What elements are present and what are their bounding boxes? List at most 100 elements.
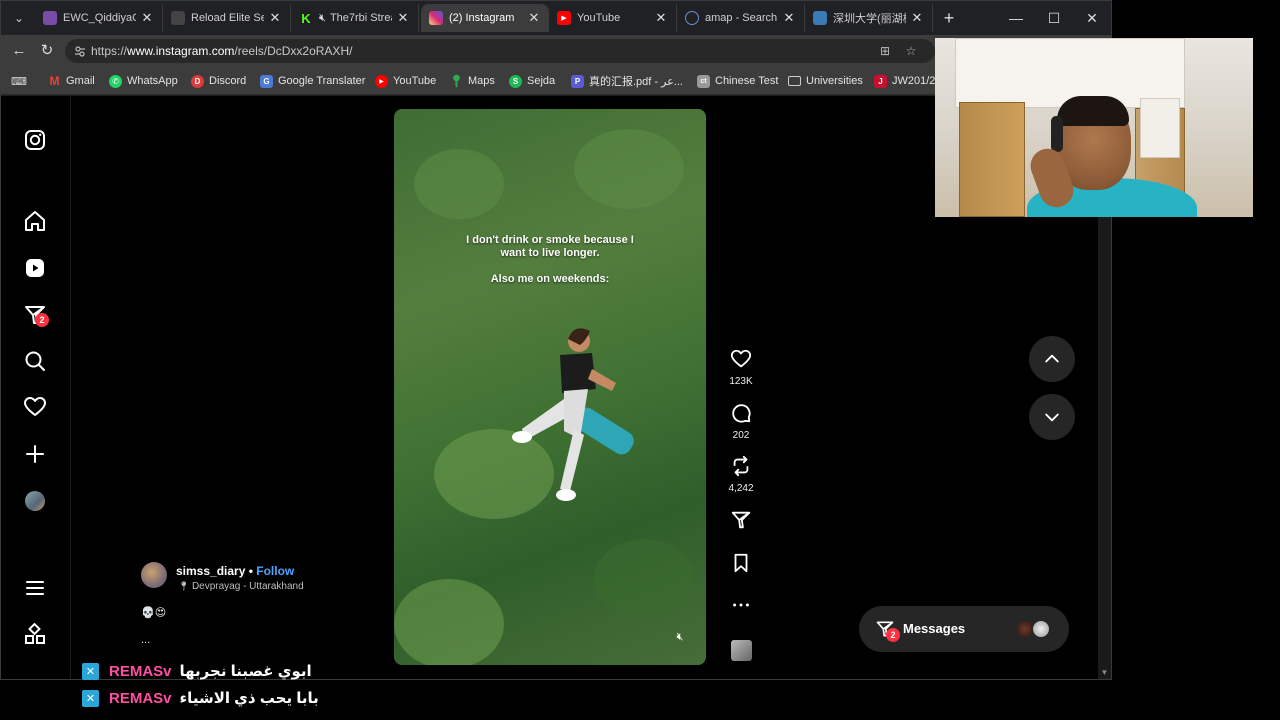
- site-info-icon[interactable]: [73, 44, 87, 58]
- back-arrow-icon[interactable]: ←: [9, 41, 29, 61]
- discord-icon: D: [191, 74, 204, 88]
- bookmark-discord[interactable]: D Discord: [191, 73, 246, 89]
- next-reel-button[interactable]: [1029, 394, 1075, 440]
- youtube-icon: ▶: [375, 74, 388, 88]
- bookmark-gmail[interactable]: M Gmail: [48, 73, 95, 89]
- close-tab-icon[interactable]: ✕: [527, 10, 541, 26]
- messages-button[interactable]: 2 Messages: [859, 606, 1069, 652]
- tab-bar: ⌄ EWC_QiddiyaGrid ✕ Reload Elite Series …: [1, 1, 1111, 35]
- author-avatar[interactable]: [141, 562, 167, 588]
- jw-icon: J: [874, 74, 887, 88]
- chinese-test-icon: ct: [697, 74, 710, 88]
- audio-thumbnail[interactable]: [731, 640, 752, 661]
- tab-shenzhen-university[interactable]: 深圳大学(丽湖校区 ✕: [805, 4, 933, 32]
- bookmark-google-translater[interactable]: G Google Translater: [260, 73, 365, 89]
- reload-icon[interactable]: ↻: [37, 41, 57, 61]
- minimize-button[interactable]: —: [997, 5, 1035, 31]
- folder-icon: [788, 76, 801, 86]
- contact-avatar: [1031, 619, 1051, 639]
- messages-label: Messages: [903, 621, 966, 636]
- tab-amap-search[interactable]: amap - Search ✕: [677, 4, 805, 32]
- bookmark-maps[interactable]: 📍︎ Maps: [449, 73, 495, 89]
- tab-label: Reload Elite Series: [191, 12, 264, 24]
- apps-icon[interactable]: ⌨: [11, 73, 27, 89]
- maximize-button[interactable]: ☐: [1035, 5, 1073, 31]
- chevron-up-icon: [1045, 354, 1059, 363]
- new-tab-button[interactable]: +: [939, 7, 959, 29]
- search-favicon-icon: [685, 11, 699, 25]
- tab-the7rbi-stream[interactable]: K 🔇︎ The7rbi Stream ✕: [291, 4, 419, 32]
- close-window-button[interactable]: ✕: [1073, 5, 1111, 31]
- bookmark-jw[interactable]: J JW201/20: [874, 73, 942, 89]
- foliage: [394, 579, 504, 665]
- home-icon[interactable]: [23, 209, 47, 233]
- streamer-hair: [1057, 96, 1129, 126]
- bookmark-pdf[interactable]: P 真的汇报.pdf - عر...: [571, 73, 683, 89]
- wardrobe-door: [959, 102, 1025, 217]
- share-button[interactable]: [721, 509, 761, 536]
- tab-label: (2) Instagram: [449, 12, 515, 24]
- menu-hamburger-icon[interactable]: [23, 576, 47, 600]
- heart-icon: [730, 349, 752, 368]
- like-button[interactable]: 123K: [721, 348, 761, 387]
- bookmark-sejda[interactable]: S Sejda: [509, 73, 555, 89]
- url-text: https://www.instagram.com/reels/DcDxx2oR…: [91, 44, 353, 58]
- whatsapp-icon: ✆: [109, 74, 122, 88]
- close-tab-icon[interactable]: ✕: [910, 10, 924, 26]
- more-options-button[interactable]: [721, 594, 761, 621]
- address-bar[interactable]: https://www.instagram.com/reels/DcDxx2oR…: [65, 39, 935, 63]
- bookmark-chinese-test[interactable]: ct Chinese Test: [697, 73, 778, 89]
- tab-search-icon[interactable]: ⌄: [9, 7, 29, 29]
- author-line: simss_diary • Follow: [176, 564, 294, 578]
- previous-reel-button[interactable]: [1029, 336, 1075, 382]
- bookmark-whatsapp[interactable]: ✆ WhatsApp: [109, 73, 178, 89]
- instagram-sidebar: 2: [1, 96, 71, 679]
- reposts-count: 4,242: [728, 483, 754, 494]
- messenger-icon[interactable]: 2: [23, 303, 49, 327]
- close-tab-icon[interactable]: ✕: [396, 10, 410, 26]
- close-tab-icon[interactable]: ✕: [654, 10, 668, 26]
- tab-label: The7rbi Stream: [329, 12, 392, 24]
- muted-speaker-icon[interactable]: 🔇︎: [319, 12, 326, 25]
- reel-video[interactable]: I don't drink or smoke because I want to…: [394, 109, 706, 665]
- scroll-down-arrow-icon[interactable]: ▼: [1100, 668, 1109, 677]
- bookmark-youtube[interactable]: ▶ YouTube: [375, 73, 436, 89]
- heart-icon[interactable]: [23, 395, 47, 419]
- profile-avatar[interactable]: [25, 491, 45, 511]
- chat-message: ✕ REMASv ابوي غصبنا نجربها: [82, 660, 312, 682]
- tab-reload-elite[interactable]: Reload Elite Series ✕: [163, 4, 291, 32]
- more-apps-icon[interactable]: [23, 622, 47, 647]
- chat-text: بابا يحب ذي الاشياء: [179, 690, 319, 707]
- comment-button[interactable]: 202: [721, 402, 761, 441]
- caption-more[interactable]: ...: [141, 634, 150, 646]
- caption-emoji: 💀😍: [141, 607, 167, 619]
- tab-instagram[interactable]: (2) Instagram ✕: [421, 4, 549, 32]
- mute-icon[interactable]: 🔇︎: [672, 631, 688, 647]
- reload-favicon-icon: [171, 11, 185, 25]
- chat-badge-icon: ✕: [82, 662, 99, 680]
- close-tab-icon[interactable]: ✕: [140, 10, 154, 26]
- tab-ewc[interactable]: EWC_QiddiyaGrid ✕: [35, 4, 163, 32]
- foliage: [414, 149, 504, 219]
- create-plus-icon[interactable]: [23, 442, 47, 466]
- bookmark-universities[interactable]: Universities: [788, 73, 863, 89]
- install-app-icon[interactable]: ⊞: [877, 43, 893, 59]
- likes-count: 123K: [729, 376, 753, 387]
- gmail-icon: M: [49, 74, 60, 88]
- bookmark-icon: [734, 553, 748, 573]
- webcam-overlay: [935, 38, 1253, 217]
- close-tab-icon[interactable]: ✕: [782, 10, 796, 26]
- repost-button[interactable]: 4,242: [721, 455, 761, 494]
- tab-youtube[interactable]: ▶ YouTube ✕: [549, 4, 677, 32]
- location-line[interactable]: 📍︎ Devprayag - Uttarakhand: [178, 581, 304, 592]
- search-icon[interactable]: [23, 349, 47, 373]
- ellipsis-icon: [733, 603, 749, 607]
- follow-button[interactable]: Follow: [256, 564, 294, 578]
- save-button[interactable]: [721, 552, 761, 579]
- bookmark-star-icon[interactable]: ☆: [903, 43, 919, 59]
- close-tab-icon[interactable]: ✕: [268, 10, 282, 26]
- university-favicon-icon: [813, 11, 827, 25]
- reels-icon[interactable]: [23, 256, 47, 280]
- author-username[interactable]: simss_diary: [176, 564, 245, 578]
- instagram-logo-icon[interactable]: [23, 128, 47, 152]
